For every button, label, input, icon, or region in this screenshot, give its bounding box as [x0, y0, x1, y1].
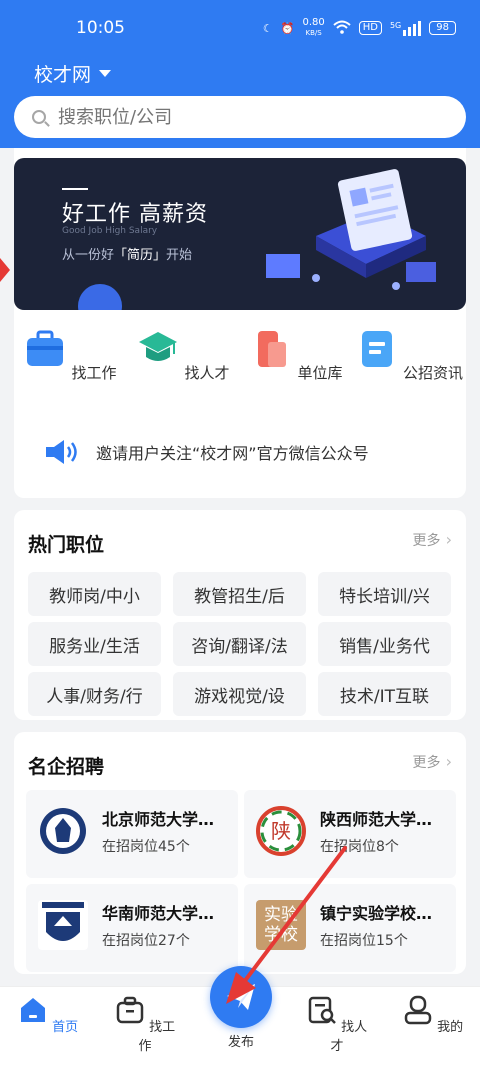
- paper-plane-icon: [227, 984, 255, 1010]
- company-logo: 陕: [256, 806, 306, 856]
- city-label: 校才网: [34, 64, 92, 86]
- job-tag[interactable]: 游戏视觉/设: [173, 672, 306, 716]
- section-title: 热门职位: [28, 534, 105, 556]
- briefcase-icon: [116, 996, 144, 1024]
- tab-post-label[interactable]: 发布: [206, 1031, 276, 1050]
- wechat-notice[interactable]: 邀请用户关注“校才网”官方微信公众号: [44, 438, 369, 466]
- building-icon: [258, 331, 287, 367]
- net-speed: 0.80 KB/S: [302, 17, 325, 38]
- user-icon: [404, 995, 432, 1025]
- post-button[interactable]: [210, 966, 272, 1028]
- company-card[interactable]: 北京师范大学… 在招岗位45个: [26, 790, 238, 878]
- company-name: 华南师范大学…: [102, 904, 215, 923]
- more-link[interactable]: 更多: [413, 752, 452, 772]
- company-name: 镇宁实验学校…: [320, 904, 433, 923]
- company-name: 陕西师范大学…: [320, 810, 433, 829]
- company-openings: 在招岗位15个: [320, 933, 408, 949]
- briefcase-icon: [27, 330, 64, 366]
- moon-icon: ☾: [262, 21, 273, 35]
- university-seal-icon: 陕: [256, 806, 306, 856]
- top-header: 10:05 ☾ ⏰ 0.80 KB/S HD 5G 98 校才网: [0, 0, 480, 148]
- graduation-cap-icon: [139, 332, 178, 361]
- job-tag[interactable]: 特长培训/兴: [318, 572, 451, 616]
- tab-jobs[interactable]: 找工作: [110, 995, 180, 1054]
- alarm-icon: ⏰: [280, 21, 295, 35]
- speaker-icon: [46, 440, 77, 464]
- status-time: 10:05: [76, 18, 125, 38]
- famous-companies-section: 名企招聘 更多 北京师范大学… 在招岗位45个 陕 陕西师范大学…: [14, 732, 466, 974]
- banner-line: [62, 188, 88, 190]
- tab-home[interactable]: 首页: [13, 995, 83, 1035]
- banner-subtitle: Good Job High Salary: [62, 226, 158, 236]
- company-logo: [38, 806, 88, 856]
- hd-badge: HD: [358, 21, 382, 35]
- job-tag[interactable]: 销售/业务代: [318, 622, 451, 666]
- job-tags: 教师岗/中小 教管招生/后 特长培训/兴 服务业/生活 咨询/翻译/法 销售/业…: [28, 572, 452, 716]
- company-card[interactable]: 实验学校 镇宁实验学校… 在招岗位15个: [244, 884, 456, 972]
- company-name: 北京师范大学…: [102, 810, 215, 829]
- job-tag[interactable]: 技术/IT互联: [318, 672, 451, 716]
- job-tag[interactable]: 人事/财务/行: [28, 672, 161, 716]
- hot-jobs-section: 热门职位 更多 教师岗/中小 教管招生/后 特长培训/兴 服务业/生活 咨询/翻…: [14, 510, 466, 720]
- signal-icon: 5G: [390, 20, 422, 36]
- home-icon: [20, 998, 45, 1022]
- job-tag[interactable]: 教管招生/后: [173, 572, 306, 616]
- university-seal-icon: [38, 900, 88, 950]
- job-tag[interactable]: 咨询/翻译/法: [173, 622, 306, 666]
- university-seal-icon: [40, 808, 86, 854]
- job-tag[interactable]: 服务业/生活: [28, 622, 161, 666]
- banner-tagline: 从一份好「简历」开始: [62, 248, 193, 263]
- company-logo: [38, 900, 88, 950]
- search-icon: [32, 110, 46, 124]
- quick-find-talent[interactable]: 找人才: [127, 328, 240, 383]
- quick-find-job[interactable]: 找工作: [14, 328, 127, 383]
- home-card: 好工作 高薪资 Good Job High Salary 从一份好「简历」开始: [14, 148, 466, 498]
- company-logo: 实验学校: [256, 900, 306, 950]
- tab-mine[interactable]: 我的: [398, 995, 468, 1035]
- search-input[interactable]: [58, 106, 418, 128]
- search-talent-icon: [308, 996, 336, 1024]
- caret-down-icon: [99, 70, 112, 77]
- wifi-icon: [333, 20, 351, 37]
- company-grid: 北京师范大学… 在招岗位45个 陕 陕西师范大学… 在招岗位8个 华南师范大学……: [26, 790, 456, 972]
- banner-title: 好工作 高薪资: [62, 202, 208, 227]
- promo-banner[interactable]: 好工作 高薪资 Good Job High Salary 从一份好「简历」开始: [14, 158, 466, 310]
- company-openings: 在招岗位8个: [320, 839, 399, 855]
- section-title: 名企招聘: [28, 756, 105, 778]
- quick-entries: 找工作 找人才 单位库 公招资讯: [14, 328, 466, 383]
- city-selector[interactable]: 校才网: [34, 60, 112, 87]
- resume-illustration-icon: [266, 169, 436, 290]
- svg-text:陕: 陕: [271, 819, 291, 843]
- notice-text: 邀请用户关注“校才网”官方微信公众号: [96, 444, 369, 463]
- planet-decoration: [78, 284, 122, 310]
- status-bar: 10:05 ☾ ⏰ 0.80 KB/S HD 5G 98: [76, 16, 456, 40]
- status-icons: ☾ ⏰ 0.80 KB/S HD 5G 98: [263, 18, 456, 38]
- quick-public-news[interactable]: 公招资讯: [353, 328, 466, 383]
- news-icon: [361, 331, 392, 367]
- tab-talent[interactable]: 找人才: [302, 995, 372, 1054]
- search-bar[interactable]: [14, 96, 466, 138]
- company-card[interactable]: 华南师范大学… 在招岗位27个: [26, 884, 238, 972]
- battery-indicator: 98: [429, 21, 456, 35]
- company-openings: 在招岗位27个: [102, 933, 190, 949]
- job-tag[interactable]: 教师岗/中小: [28, 572, 161, 616]
- company-card[interactable]: 陕 陕西师范大学… 在招岗位8个: [244, 790, 456, 878]
- company-openings: 在招岗位45个: [102, 839, 190, 855]
- more-link[interactable]: 更多: [413, 530, 452, 550]
- quick-company-library[interactable]: 单位库: [240, 328, 353, 383]
